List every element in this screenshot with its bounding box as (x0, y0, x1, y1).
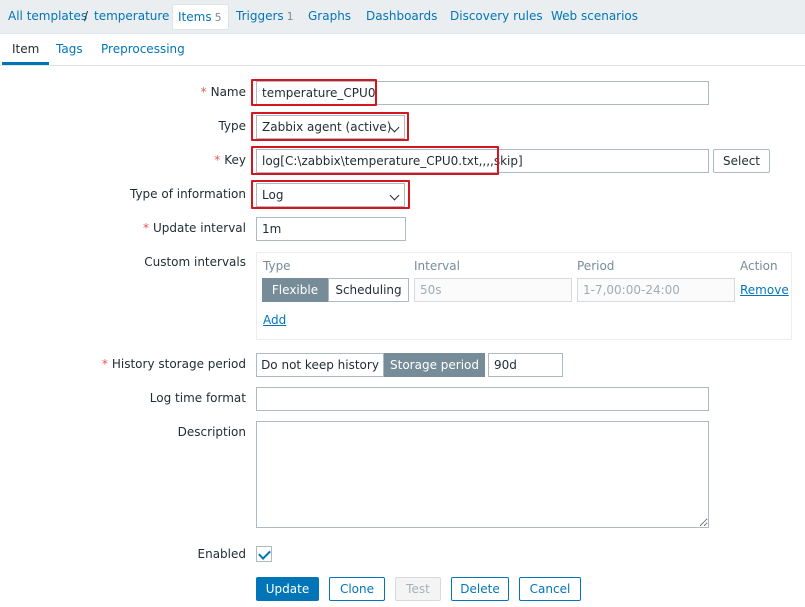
tab-item[interactable]: Item (2, 36, 50, 65)
tab-items[interactable]: Items 5 (172, 4, 229, 30)
tab-triggers-count: 1 (286, 10, 294, 23)
flexible-toggle[interactable]: Flexible (262, 278, 328, 302)
key-label: * Key (214, 153, 246, 167)
breadcrumb-all-templates[interactable]: All templates (8, 0, 87, 33)
history-storage-label: * History storage period (101, 357, 246, 371)
tab-web-scenarios[interactable]: Web scenarios (551, 0, 638, 33)
column-type: Type (263, 259, 291, 273)
add-interval-link[interactable]: Add (263, 313, 286, 327)
update-interval-input[interactable]: 1m (256, 217, 406, 241)
description-textarea[interactable] (256, 421, 709, 528)
type-select[interactable]: Zabbix agent (active) (256, 115, 405, 139)
tab-triggers[interactable]: Triggers 1 (236, 0, 294, 33)
update-interval-label: * Update interval (142, 221, 246, 235)
column-action: Action (740, 259, 778, 273)
tab-items-count: 5 (214, 11, 222, 24)
delete-button[interactable]: Delete (451, 577, 509, 601)
type-label: Type (218, 119, 246, 133)
form-tabs: Item Tags Preprocessing (0, 36, 805, 66)
update-button[interactable]: Update (256, 577, 319, 601)
enabled-label: Enabled (197, 547, 247, 561)
interval-input[interactable]: 50s (414, 278, 572, 302)
breadcrumb-separator: / (84, 9, 89, 23)
cancel-button[interactable]: Cancel (519, 577, 581, 601)
enabled-checkbox[interactable] (256, 546, 272, 562)
history-period-input[interactable]: 90d (488, 353, 563, 377)
log-time-format-label: Log time format (149, 391, 246, 405)
key-input[interactable]: log[C:\zabbix\temperature_CPU0.txt,,,,sk… (256, 149, 709, 173)
do-not-keep-history-toggle[interactable]: Do not keep history (256, 353, 384, 377)
column-period: Period (577, 259, 615, 273)
type-of-information-label: Type of information (129, 187, 246, 201)
period-input[interactable]: 1-7,00:00-24:00 (577, 278, 735, 302)
type-of-information-select[interactable]: Log (256, 183, 405, 207)
clone-button[interactable]: Clone (329, 577, 385, 601)
tab-triggers-label: Triggers (236, 9, 284, 23)
column-interval: Interval (414, 259, 460, 273)
custom-intervals-label: Custom intervals (144, 255, 246, 269)
breadcrumb-template[interactable]: temperature (94, 0, 169, 33)
chevron-down-icon (389, 190, 400, 201)
tab-tags[interactable]: Tags (56, 36, 83, 65)
scheduling-toggle[interactable]: Scheduling (328, 278, 409, 302)
tab-dashboards[interactable]: Dashboards (366, 0, 437, 33)
type-of-information-value: Log (262, 188, 284, 202)
name-label: * Name (200, 85, 246, 99)
description-label: Description (177, 425, 246, 439)
name-input[interactable]: temperature_CPU0 (256, 81, 709, 105)
tab-preprocessing[interactable]: Preprocessing (101, 36, 185, 65)
log-time-format-input[interactable] (256, 387, 709, 411)
tab-discovery-rules[interactable]: Discovery rules (450, 0, 543, 33)
top-navigation: All templates / temperature Items 5 Trigg… (0, 0, 805, 34)
type-select-value: Zabbix agent (active) (262, 120, 392, 134)
tab-graphs[interactable]: Graphs (308, 0, 351, 33)
remove-link[interactable]: Remove (740, 283, 789, 297)
test-button[interactable]: Test (395, 577, 441, 601)
select-button[interactable]: Select (713, 149, 770, 173)
storage-period-toggle[interactable]: Storage period (384, 353, 485, 377)
tab-items-label: Items (178, 10, 212, 24)
